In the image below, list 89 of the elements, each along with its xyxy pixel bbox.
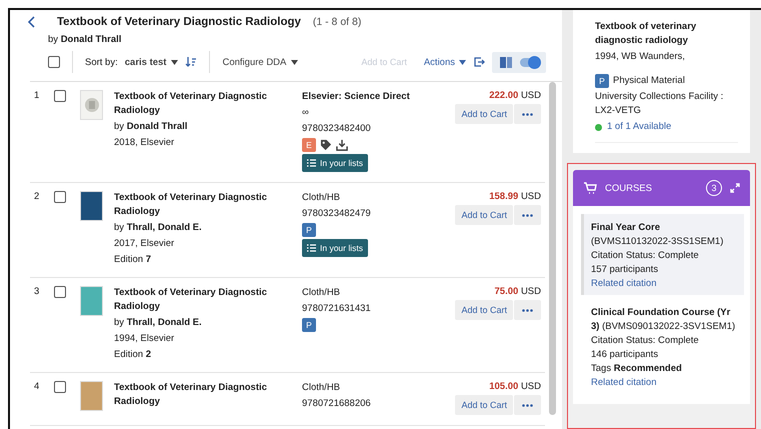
select-all-checkbox[interactable] [48, 56, 60, 68]
edition-text: Edition 2 [114, 348, 152, 362]
row-checkbox[interactable] [54, 90, 66, 102]
author-text: by Thrall, Donald E. [114, 221, 203, 235]
author-text: by Thrall, Donald E. [114, 316, 203, 330]
publication-info: 1994, WB Waunders, [595, 50, 686, 64]
scrollbar[interactable] [549, 82, 556, 415]
row-checkbox[interactable] [54, 381, 66, 393]
tag-icon [320, 139, 332, 151]
material-text: Physical Material [613, 74, 685, 88]
list-icon [307, 244, 316, 252]
add-to-cart-button[interactable]: Add to Cart [455, 205, 513, 225]
more-button[interactable] [514, 395, 541, 415]
coverage-text: ∞ [302, 106, 310, 120]
publication-info: 2018, Elsevier [114, 136, 176, 150]
location-text: University Collections Facility : LX2-VETG [595, 90, 724, 118]
citation-status: Citation Status: Complete [591, 334, 700, 348]
isbn-text: 9780721688206 [302, 397, 372, 411]
more-button[interactable] [514, 104, 541, 124]
isbn-text: 9780323482400 [302, 122, 372, 136]
course-item[interactable]: Final Year Core (BVMS110132022-3SS1SEM1) Citation Status: Complete 157 participants Related citation [581, 214, 744, 295]
availability-link[interactable]: 1 of 1 Available [607, 120, 672, 134]
format-text: Cloth/HB [302, 191, 342, 205]
caret-icon [459, 60, 466, 64]
type-badge: P [302, 223, 316, 237]
configure-dda-dropdown[interactable]: Configure DDA [222, 56, 298, 68]
publication-info: 2017, Elsevier [114, 237, 176, 251]
more-icon [522, 404, 533, 406]
citation-status: Citation Status: Complete [591, 249, 700, 263]
author-text: by Donald Thrall [47, 33, 122, 45]
format-text: Cloth/HB [302, 381, 342, 395]
book-icon [84, 97, 100, 113]
participants-count: 146 participants [591, 348, 660, 362]
sort-label: Sort by: [85, 56, 118, 68]
view-toggle[interactable] [520, 58, 538, 66]
add-to-cart-button[interactable]: Add to Cart [455, 395, 513, 415]
isbn-text: 9780721631431 [302, 302, 372, 316]
more-icon [522, 112, 533, 116]
actions-dropdown[interactable]: Actions [414, 56, 466, 68]
columns-icon [500, 56, 512, 68]
price-text: 105.00 USD [489, 381, 541, 392]
caret-icon [291, 60, 298, 64]
more-icon [522, 308, 533, 312]
format-text: Cloth/HB [302, 286, 342, 300]
add-to-cart-button[interactable]: Add to Cart [455, 300, 513, 320]
view-switch[interactable] [492, 52, 546, 72]
book-title[interactable]: Textbook of Veterinary Diagnostic Radiology [114, 381, 296, 409]
publication-info: 1994, Elsevier [114, 332, 176, 346]
courses-title: COURSES [605, 182, 653, 194]
expand-icon[interactable] [730, 183, 740, 193]
row-number: 4 [34, 381, 40, 394]
more-button[interactable] [514, 205, 541, 225]
download-icon [336, 139, 348, 151]
price-text: 158.99 USD [489, 191, 541, 202]
cart-icon [583, 182, 597, 194]
row-checkbox[interactable] [54, 286, 66, 298]
row-number: 1 [34, 90, 40, 103]
export-icon[interactable] [473, 56, 485, 68]
holding-title: Textbook of veterinary diagnostic radiology [595, 20, 698, 48]
list-icon [307, 159, 316, 167]
in-your-lists-tag[interactable]: In your lists [302, 239, 368, 257]
more-icon [522, 214, 533, 216]
sort-dropdown[interactable]: caris test [124, 56, 178, 68]
row-number: 2 [34, 191, 40, 204]
row-checkbox[interactable] [54, 191, 66, 203]
more-button[interactable] [514, 300, 541, 320]
edition-text: Edition 7 [114, 253, 152, 267]
course-name: Final Year Core (BVMS110132022-3SS1SEM1) [591, 221, 724, 249]
related-citation-link[interactable]: Related citation [591, 277, 740, 291]
add-to-cart-button[interactable]: Add to Cart [455, 104, 513, 124]
courses-count: 3 [706, 180, 722, 196]
price-text: 222.00 USD [489, 90, 541, 101]
author-text: by Donald Thrall [114, 120, 188, 134]
sort-order-icon[interactable] [185, 56, 198, 68]
type-badge: P [595, 74, 609, 88]
row-number: 3 [34, 286, 40, 299]
page-title: Textbook of Veterinary Diagnostic Radiology [57, 16, 301, 28]
result-count: (1 - 8 of 8) [312, 16, 362, 28]
format-text: Elsevier: Science Direct [302, 90, 411, 104]
tags-text: Tags Recommended [591, 362, 683, 376]
isbn-text: 9780323482479 [302, 207, 372, 221]
caret-icon [171, 60, 178, 64]
course-name: Clinical Foundation Course (Yr 3) (BVMS090132022-3SV1SEM1) [591, 306, 736, 334]
in-your-lists-tag[interactable]: In your lists [302, 154, 368, 172]
type-badge: P [302, 318, 316, 332]
participants-count: 157 participants [591, 263, 660, 277]
type-badge: E [302, 138, 316, 152]
related-citation-link[interactable]: Related citation [591, 376, 740, 390]
price-text: 75.00 USD [494, 286, 541, 297]
